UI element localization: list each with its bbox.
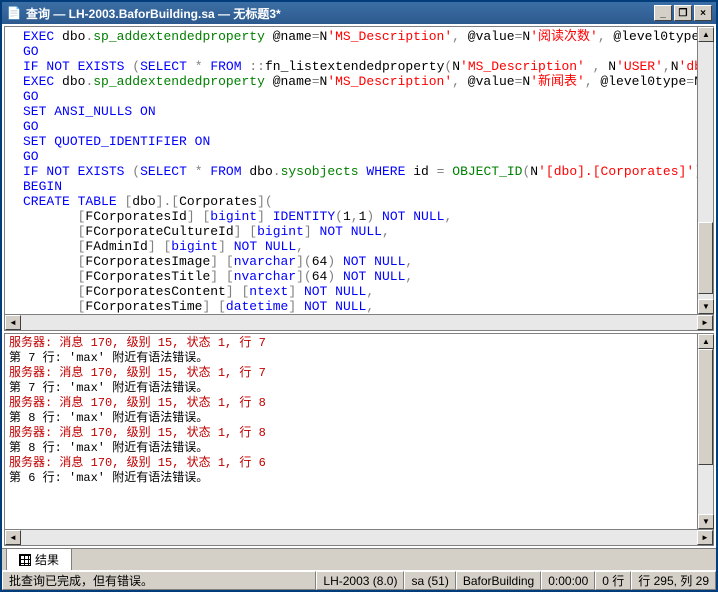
status-rows: 0 行 [595,571,631,590]
status-server: LH-2003 (8.0) [316,571,404,590]
maximize-button[interactable]: ❐ [674,5,692,21]
window-title: 查询 — LH-2003.BaforBuilding.sa — 无标题3* [26,5,654,22]
output-messages[interactable]: 服务器: 消息 170, 级别 15, 状态 1, 行 7第 7 行: 'max… [5,334,697,529]
status-database: BaforBuilding [456,571,541,590]
output-vscrollbar[interactable]: ▲ ▼ [697,334,713,529]
tab-label: 结果 [35,551,59,568]
output-pane: 服务器: 消息 170, 级别 15, 状态 1, 行 7第 7 行: 'max… [4,333,714,546]
status-message: 批查询已完成，但有错误。 [2,571,316,590]
editor-hscrollbar[interactable]: ◄ ► [5,314,713,330]
scroll-up-icon[interactable]: ▲ [698,334,714,349]
app-icon: 📄 [6,5,22,21]
query-analyzer-window: 📄 查询 — LH-2003.BaforBuilding.sa — 无标题3* … [0,0,718,592]
sql-editor-pane: EXEC dbo.sp_addextendedproperty @name=N'… [4,26,714,331]
sql-editor[interactable]: EXEC dbo.sp_addextendedproperty @name=N'… [5,27,697,314]
status-position: 行 295, 列 29 [631,571,716,590]
scroll-up-icon[interactable]: ▲ [698,27,714,42]
scroll-left-icon[interactable]: ◄ [5,315,21,330]
close-button[interactable]: × [694,5,712,21]
result-tabbar: 结果 [2,548,716,570]
scroll-down-icon[interactable]: ▼ [698,299,714,314]
minimize-button[interactable]: _ [654,5,672,21]
editor-vscrollbar[interactable]: ▲ ▼ [697,27,713,314]
scroll-right-icon[interactable]: ► [697,530,713,545]
statusbar: 批查询已完成，但有错误。 LH-2003 (8.0) sa (51) Bafor… [2,570,716,590]
titlebar[interactable]: 📄 查询 — LH-2003.BaforBuilding.sa — 无标题3* … [2,2,716,24]
scroll-right-icon[interactable]: ► [697,315,713,330]
scroll-left-icon[interactable]: ◄ [5,530,21,545]
scroll-down-icon[interactable]: ▼ [698,514,714,529]
status-time: 0:00:00 [541,571,595,590]
output-hscrollbar[interactable]: ◄ ► [5,529,713,545]
results-tab[interactable]: 结果 [6,548,72,570]
grid-icon [19,554,31,566]
status-user: sa (51) [404,571,455,590]
